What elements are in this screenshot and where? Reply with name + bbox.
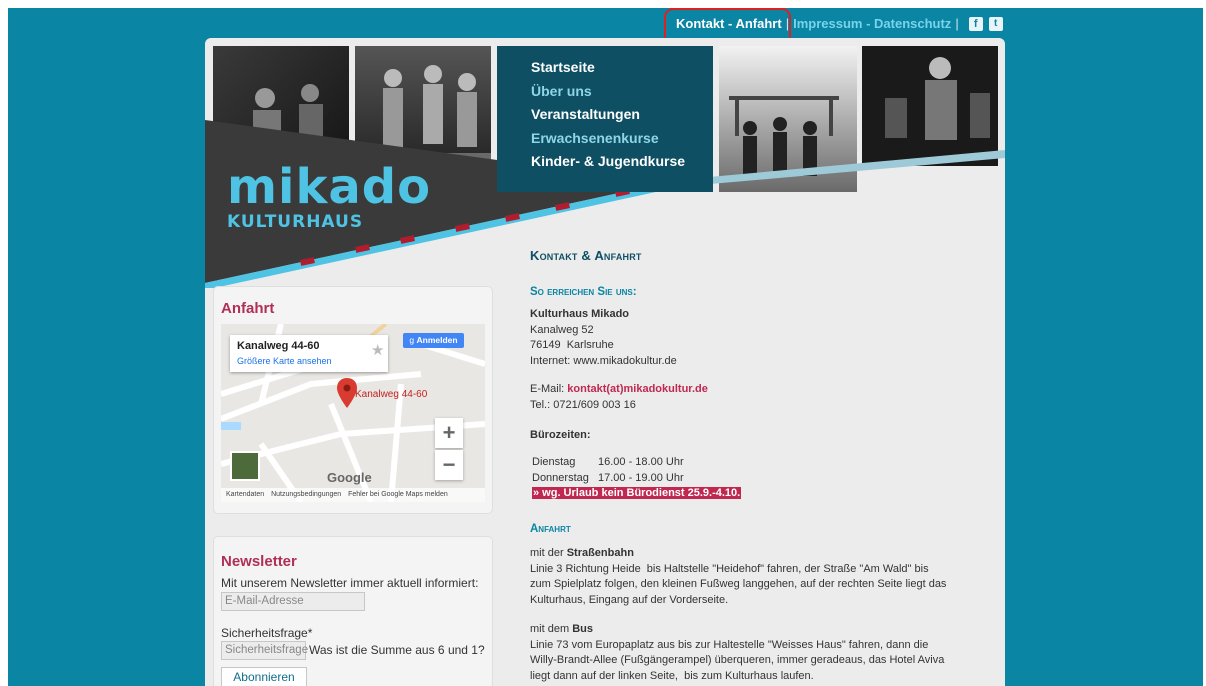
org-name: Kulturhaus Mikado xyxy=(530,308,630,320)
tram-directions: mit der Straßenbahn Linie 3 Richtung Hei… xyxy=(530,546,946,608)
office-hours-day: Dienstag xyxy=(532,456,576,468)
newsletter-box: Newsletter Mit unserem Newsletter immer … xyxy=(213,536,493,686)
office-hours-title: Bürozeiten: xyxy=(530,429,591,441)
holiday-notice: » wg. Urlaub kein Bürodienst 25.9.-4.10. xyxy=(532,487,742,499)
security-question-text: Was ist die Summe aus 6 und 1? xyxy=(309,643,485,657)
nav-item-veranstaltungen[interactable]: Veranstaltungen xyxy=(531,103,713,127)
map-place-title: Kanalweg 44-60 xyxy=(237,340,320,352)
logo-wordmark: mikado xyxy=(227,159,432,215)
anfahrt-heading: Anfahrt xyxy=(530,523,571,535)
top-nav-imprint-link[interactable]: Impressum xyxy=(793,16,862,31)
map-pin-icon[interactable] xyxy=(337,378,357,408)
anfahrt-box: Anfahrt Kanalweg 44-60 Größere Karte ans… xyxy=(213,286,493,514)
main-nav: Startseite Über uns Veranstaltungen Erwa… xyxy=(497,46,713,192)
zoom-out-button[interactable]: − xyxy=(435,450,463,480)
larger-map-link[interactable]: Größere Karte ansehen xyxy=(237,356,332,366)
email-link[interactable]: kontakt(at)mikadokultur.de xyxy=(567,383,708,395)
contact-block: E-Mail: kontakt(at)mikadokultur.de Tel.:… xyxy=(530,382,708,413)
google-map[interactable]: Kanalweg 44-60 Größere Karte ansehen ★ g… xyxy=(221,324,485,502)
google-logo: Google xyxy=(327,470,372,485)
tram-line: Kulturhaus, Eingang auf der Vorderseite. xyxy=(530,593,729,606)
office-hours-time: 17.00 - 19.00 Uhr xyxy=(598,471,684,484)
bus-line: liegt dann auf der linken Seite, bis zum… xyxy=(530,669,814,682)
security-answer-field[interactable]: Sicherheitsfrage xyxy=(221,641,308,660)
bus-prefix: mit dem xyxy=(530,623,573,635)
bus-directions: mit dem Bus Linie 73 vom Europaplatz aus… xyxy=(530,622,944,684)
street: Kanalweg 52 xyxy=(530,323,594,336)
top-nav-privacy-link[interactable]: Datenschutz xyxy=(874,16,951,31)
map-sign-in-button[interactable]: g Anmelden xyxy=(403,333,464,348)
satellite-toggle[interactable] xyxy=(230,451,260,481)
facebook-icon[interactable]: f xyxy=(968,16,983,31)
office-hours-time: 16.00 - 18.00 Uhr xyxy=(598,456,684,468)
map-marker-label: Kanalweg 44-60 xyxy=(355,389,428,400)
internet: Internet: www.mikadokultur.de xyxy=(530,354,677,367)
subscribe-button[interactable]: Abonnieren xyxy=(221,667,307,686)
map-report-link[interactable]: Fehler bei Google Maps melden xyxy=(348,491,448,498)
tram-line: zum Spielplatz folgen, den kleinen Fußwe… xyxy=(530,578,947,590)
star-icon[interactable]: ★ xyxy=(371,341,384,359)
page-container: Startseite Über uns Veranstaltungen Erwa… xyxy=(205,38,1005,686)
phone: Tel.: 0721/609 003 16 xyxy=(530,398,636,411)
nav-item-ueber-uns[interactable]: Über uns xyxy=(531,80,713,104)
security-question-label: Sicherheitsfrage* xyxy=(221,626,313,640)
anfahrt-box-title: Anfahrt xyxy=(221,300,275,317)
nav-item-erwachsenenkurse[interactable]: Erwachsenenkurse xyxy=(531,127,713,151)
nav-item-startseite[interactable]: Startseite xyxy=(531,56,713,80)
email-label: E-Mail: xyxy=(530,383,568,395)
map-terms-link[interactable]: Nutzungsbedingungen xyxy=(271,491,341,498)
city: 76149 Karlsruhe xyxy=(530,339,614,351)
map-data-link[interactable]: Kartendaten xyxy=(226,491,264,498)
tram-label: Straßenbahn xyxy=(566,547,634,559)
bus-line: Linie 73 vom Europaplatz aus bis zur Hal… xyxy=(530,638,929,651)
newsletter-intro: Mit unserem Newsletter immer aktuell inf… xyxy=(221,576,479,590)
bus-line: Willy-Brandt-Allee (Fußgängerampel) über… xyxy=(530,654,945,666)
map-info-card: Kanalweg 44-60 Größere Karte ansehen ★ xyxy=(230,335,388,372)
page-title: Kontakt & Anfahrt xyxy=(530,248,642,263)
top-nav-separator: | xyxy=(955,16,959,31)
email-field[interactable]: E-Mail-Adresse xyxy=(221,592,365,611)
tram-prefix: mit der xyxy=(530,547,567,559)
address-block: Kulturhaus Mikado Kanalweg 52 76149 Karl… xyxy=(530,307,677,369)
map-footer: Kartendaten Nutzungsbedingungen Fehler b… xyxy=(221,488,485,502)
reach-heading: So erreichen Sie uns: xyxy=(530,286,637,298)
office-hours-day: Donnerstag xyxy=(532,471,589,484)
nav-item-kinder-jugendkurse[interactable]: Kinder- & Jugendkurse xyxy=(531,150,713,174)
office-hours-row: Dienstag 16.00 - 18.00 Uhr xyxy=(532,455,741,471)
top-nav-dash: - xyxy=(862,16,875,31)
map-sign-in-label: Anmelden xyxy=(416,335,458,345)
newsletter-title: Newsletter xyxy=(221,553,297,570)
office-hours-table: Dienstag 16.00 - 18.00 Uhr Donnerstag 17.0… xyxy=(532,455,742,502)
google-plus-icon: g xyxy=(409,335,417,345)
site-logo[interactable]: mikado KULTURHAUS xyxy=(227,162,431,232)
logo-subtitle: KULTURHAUS xyxy=(227,212,364,232)
office-hours-row: Donnerstag 17.00 - 19.00 Uhr xyxy=(532,471,741,487)
twitter-icon[interactable]: t xyxy=(988,16,1003,31)
tram-line: Linie 3 Richtung Heide bis Haltstelle "H… xyxy=(530,562,929,575)
zoom-in-button[interactable]: + xyxy=(435,418,463,448)
bus-label: Bus xyxy=(572,623,593,635)
